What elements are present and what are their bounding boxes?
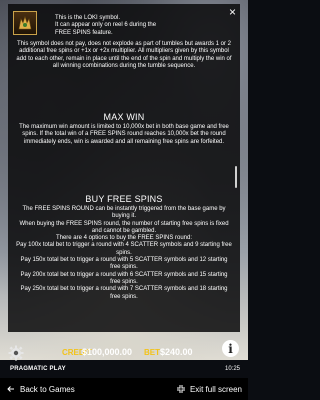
- buy-option: Pay 150x total bet to trigger a round wi…: [20, 257, 228, 271]
- brand-label: PRAGMATIC PLAY: [10, 366, 66, 372]
- close-icon[interactable]: ×: [229, 6, 236, 18]
- buy-line: There are 4 options to buy the FREE SPIN…: [55, 235, 193, 242]
- loki-description: This symbol does not pay, does not explo…: [16, 41, 232, 69]
- max-win-title: MAX WIN: [103, 112, 145, 122]
- buy-free-spins-body: The FREE SPINS ROUND can be instantly tr…: [16, 206, 232, 301]
- loki-symbol-section: × This is the LOKI symbol. It can appear…: [8, 4, 240, 86]
- buy-option: Pay 250x total bet to trigger a round wi…: [20, 286, 228, 300]
- back-to-games-label: Back to Games: [20, 384, 75, 394]
- credit-value: $100,000.00: [82, 347, 133, 357]
- exit-fullscreen-icon: [176, 385, 185, 393]
- back-to-games-button[interactable]: Back to Games: [6, 384, 75, 394]
- arrow-left-icon: [7, 386, 14, 392]
- loki-feature-info: FREE SPINS feature.: [55, 29, 113, 36]
- bet-label: BET: [144, 348, 160, 357]
- exit-full-screen-label: Exit full screen: [189, 384, 242, 394]
- max-win-body: The maximum win amount is limited to 10,…: [19, 124, 229, 145]
- loki-title: This is the LOKI symbol.: [55, 15, 121, 21]
- exit-full-screen-button[interactable]: Exit full screen: [176, 384, 242, 394]
- loki-symbol-icon: [13, 11, 37, 35]
- info-icon[interactable]: i: [222, 340, 239, 357]
- settings-gear-icon[interactable]: [8, 345, 24, 361]
- loki-reel-info: It can appear only on reel 6 during the: [55, 22, 157, 29]
- buy-line: When buying the FREE SPINS round, the nu…: [19, 220, 229, 234]
- paytable-panel: × This is the LOKI symbol. It can appear…: [8, 4, 240, 332]
- loki-symbol-info: This is the LOKI symbol. It can appear o…: [55, 15, 225, 37]
- buy-free-spins-title: BUY FREE SPINS: [85, 194, 163, 204]
- buy-option: Pay 200x total bet to trigger a round wi…: [20, 271, 228, 285]
- buy-option: Pay 100x total bet to trigger a round wi…: [16, 242, 232, 256]
- bet-value: $240.00: [160, 347, 193, 357]
- scrollbar[interactable]: [235, 166, 237, 188]
- buy-line: The FREE SPINS ROUND can be instantly tr…: [22, 206, 226, 220]
- clock: 10:25: [224, 366, 240, 372]
